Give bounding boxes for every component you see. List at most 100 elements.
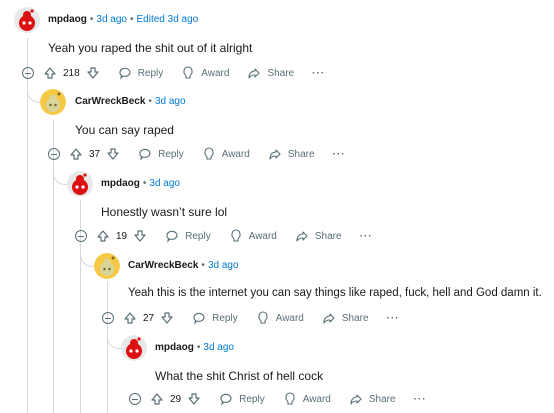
- comment: CarWreckBeck • 3d ago You can say raped …: [0, 82, 554, 164]
- vote-count: 27: [143, 312, 155, 324]
- share-button[interactable]: Share: [268, 147, 315, 161]
- reply-button[interactable]: Reply: [192, 311, 238, 325]
- share-icon: [296, 231, 308, 242]
- red-snoo-icon: [121, 335, 147, 361]
- avatar[interactable]: [94, 253, 120, 279]
- comment: mpdaog • 3d ago What the shit Christ of …: [0, 328, 554, 410]
- downvote-icon[interactable]: [187, 392, 201, 406]
- separator: •: [89, 14, 94, 25]
- share-label: Share: [267, 67, 295, 79]
- avatar[interactable]: [40, 89, 66, 115]
- share-label: Share: [341, 312, 369, 324]
- share-icon: [248, 68, 260, 79]
- comment: mpdaog • 3d ago Honestly wasn’t sure lol…: [0, 164, 554, 246]
- edited-label: Edited 3d ago: [136, 14, 199, 25]
- share-button[interactable]: Share: [295, 229, 342, 243]
- upvote-icon[interactable]: [150, 392, 164, 406]
- award-label: Award: [221, 148, 250, 160]
- upvote-icon[interactable]: [123, 311, 137, 325]
- more-options-button[interactable]: ···: [360, 231, 373, 242]
- award-button[interactable]: Award: [181, 66, 229, 80]
- reply-label: Reply: [158, 148, 184, 160]
- avatar[interactable]: [121, 335, 147, 361]
- downvote-icon[interactable]: [86, 66, 100, 80]
- separator: •: [196, 342, 201, 353]
- collapse-button[interactable]: [22, 67, 34, 79]
- vote-count: 19: [116, 230, 128, 242]
- comment-author[interactable]: mpdaog: [101, 178, 140, 189]
- reply-button[interactable]: Reply: [165, 229, 211, 243]
- downvote-icon[interactable]: [160, 311, 174, 325]
- reply-button[interactable]: Reply: [138, 147, 184, 161]
- award-button[interactable]: Award: [283, 392, 331, 406]
- comment: CarWreckBeck • 3d ago Yeah this is the i…: [0, 246, 554, 328]
- comment-body: Honestly wasn’t sure lol: [101, 205, 228, 219]
- separator: •: [130, 14, 134, 25]
- award-icon: [183, 66, 193, 79]
- reply-icon: [119, 67, 131, 80]
- share-label: Share: [287, 148, 315, 160]
- reply-icon: [139, 148, 151, 161]
- collapse-button[interactable]: [129, 393, 141, 405]
- share-icon: [323, 313, 335, 324]
- award-label: Award: [248, 230, 277, 242]
- reply-label: Reply: [185, 230, 211, 242]
- share-icon: [269, 149, 281, 160]
- share-button[interactable]: Share: [247, 66, 294, 80]
- share-label: Share: [368, 393, 396, 405]
- more-options-button[interactable]: ···: [333, 149, 346, 160]
- share-button[interactable]: Share: [349, 392, 396, 406]
- vote-count: 29: [170, 393, 182, 405]
- separator: •: [201, 260, 205, 271]
- comment-author[interactable]: CarWreckBeck: [128, 260, 198, 271]
- award-button[interactable]: Award: [229, 229, 277, 243]
- avatar[interactable]: [67, 171, 93, 197]
- more-options-button[interactable]: ···: [312, 68, 325, 79]
- avatar[interactable]: [14, 7, 40, 33]
- comment-author[interactable]: mpdaog: [155, 342, 194, 353]
- downvote-icon[interactable]: [133, 229, 147, 243]
- more-options-button[interactable]: ···: [387, 313, 400, 324]
- comment-body: You can say raped: [75, 123, 174, 137]
- reply-label: Reply: [137, 67, 164, 79]
- share-button[interactable]: Share: [322, 311, 369, 325]
- upvote-icon[interactable]: [43, 66, 57, 80]
- upvote-icon[interactable]: [69, 147, 83, 161]
- reply-button[interactable]: Reply: [219, 392, 265, 406]
- reply-button[interactable]: Reply: [118, 66, 164, 80]
- comment-author[interactable]: CarWreckBeck: [75, 96, 145, 107]
- reply-icon: [166, 230, 178, 243]
- collapse-button[interactable]: [48, 148, 60, 160]
- comment: mpdaog • 3d ago • Edited 3d ago Yeah you…: [0, 0, 554, 82]
- comment-body: Yeah you raped the shit out of it alrigh…: [48, 41, 253, 55]
- award-label: Award: [302, 393, 331, 405]
- collapse-button[interactable]: [102, 312, 114, 324]
- red-snoo-icon: [14, 7, 40, 33]
- comment-time[interactable]: 3d ago: [96, 14, 127, 25]
- upvote-icon[interactable]: [96, 229, 110, 243]
- downvote-icon[interactable]: [106, 147, 120, 161]
- comment-body: Yeah this is the internet you can say th…: [128, 287, 542, 299]
- comment-author[interactable]: mpdaog: [48, 14, 87, 25]
- red-snoo-icon: [67, 171, 93, 197]
- award-button[interactable]: Award: [256, 311, 304, 325]
- award-button[interactable]: Award: [202, 147, 250, 161]
- reply-label: Reply: [212, 312, 238, 324]
- comment-time[interactable]: 3d ago: [203, 342, 234, 353]
- award-icon: [204, 147, 214, 160]
- comment-time[interactable]: 3d ago: [155, 96, 186, 107]
- separator: •: [148, 96, 152, 107]
- award-icon: [258, 311, 268, 324]
- collapse-button[interactable]: [75, 230, 87, 242]
- reply-label: Reply: [239, 393, 265, 405]
- separator: •: [142, 178, 147, 189]
- reply-icon: [220, 393, 232, 406]
- more-options-button[interactable]: ···: [414, 394, 427, 405]
- comment-time[interactable]: 3d ago: [149, 178, 180, 189]
- vote-count: 218: [63, 67, 80, 79]
- yellow-snoo-icon: [40, 89, 66, 115]
- reply-icon: [193, 312, 205, 325]
- comment-time[interactable]: 3d ago: [208, 260, 239, 271]
- award-icon: [285, 392, 295, 405]
- share-label: Share: [314, 230, 342, 242]
